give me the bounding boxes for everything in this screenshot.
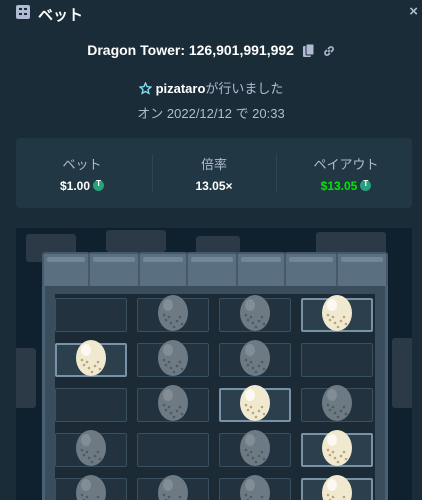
background-rock xyxy=(106,230,166,252)
stat-multiplier-value: 13.05× xyxy=(195,179,233,193)
dragon-egg-icon xyxy=(156,382,190,427)
bet-stats-panel: ベット $1.00 倍率 13.05× ペイアウト $13.05 xyxy=(16,138,412,208)
dragon-egg-icon xyxy=(238,472,272,500)
copy-icon[interactable] xyxy=(302,44,314,57)
stat-payout-value-row: $13.05 xyxy=(280,179,412,193)
usdt-coin-icon xyxy=(360,179,372,191)
tower-brick xyxy=(88,252,140,290)
stat-bet-value-row: $1.00 xyxy=(16,179,148,193)
egg-icon xyxy=(320,427,354,472)
dragon-egg-icon xyxy=(156,472,190,500)
background-rock xyxy=(16,348,36,408)
stat-bet: ベット $1.00 xyxy=(16,138,148,208)
usdt-coin-icon xyxy=(93,179,105,191)
dragon-egg-icon xyxy=(74,427,108,472)
tower-brick xyxy=(336,252,388,290)
modal-header: ベット × xyxy=(0,0,422,26)
game-title-row: Dragon Tower: 126,901,991,992 xyxy=(0,42,422,58)
game-title: Dragon Tower: 126,901,991,992 xyxy=(87,42,294,58)
bet-receipt-icon xyxy=(16,5,30,19)
stat-payout-value: $13.05 xyxy=(320,179,358,193)
dragon-tower-board xyxy=(16,228,412,500)
bet-date: オン 2022/12/12 で 20:33 xyxy=(137,106,285,121)
tower-tile xyxy=(137,433,209,467)
tower-brick xyxy=(186,252,238,290)
dragon-egg-icon xyxy=(156,292,190,337)
close-icon[interactable]: × xyxy=(409,3,418,20)
egg-icon xyxy=(238,382,272,427)
player-row: pizataroが行いました xyxy=(0,78,422,97)
egg-icon xyxy=(320,472,354,500)
player-name[interactable]: pizataro xyxy=(156,81,206,96)
stat-bet-value: $1.00 xyxy=(59,179,91,193)
tower-tile xyxy=(55,388,127,422)
egg-icon xyxy=(74,337,108,382)
stat-payout-label: ペイアウト xyxy=(313,157,379,172)
dragon-egg-icon xyxy=(238,427,272,472)
tile-grid xyxy=(55,294,375,500)
dragon-egg-icon xyxy=(238,337,272,382)
stat-payout: ペイアウト $13.05 xyxy=(280,138,412,208)
modal-title: ベット xyxy=(38,7,84,24)
player-suffix: が行いました xyxy=(205,81,284,96)
tower-tile xyxy=(55,298,127,332)
star-icon xyxy=(138,82,152,95)
background-rock xyxy=(392,338,412,408)
dragon-egg-icon xyxy=(156,337,190,382)
tower-brick xyxy=(236,252,286,290)
dragon-egg-icon xyxy=(74,472,108,500)
tower-body xyxy=(42,286,388,500)
tower-brick xyxy=(284,252,338,290)
egg-icon xyxy=(320,292,354,337)
link-icon[interactable] xyxy=(323,45,335,57)
tower-brick xyxy=(138,252,188,290)
stat-divider xyxy=(276,154,277,192)
stat-multiplier: 倍率 13.05× xyxy=(148,138,280,208)
dragon-egg-icon xyxy=(238,292,272,337)
dragon-egg-icon xyxy=(320,382,354,427)
stat-bet-label: ベット xyxy=(62,157,102,172)
tower-brick xyxy=(42,252,90,290)
stat-multiplier-label: 倍率 xyxy=(200,157,227,172)
tower-tile xyxy=(301,343,373,377)
